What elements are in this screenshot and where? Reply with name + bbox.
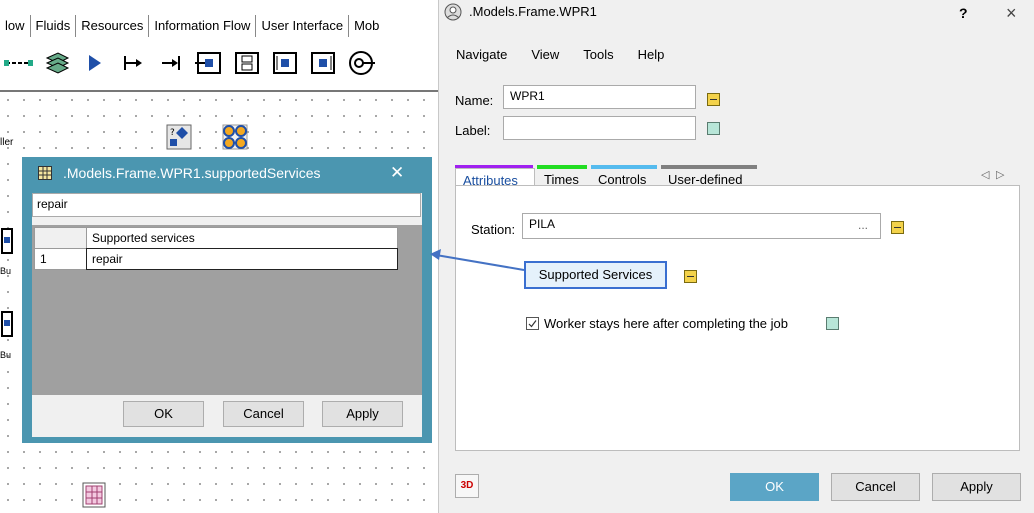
stack-icon[interactable]: [42, 48, 72, 78]
apply-button[interactable]: Apply: [932, 473, 1021, 501]
popup-button-bar: OK Cancel Apply: [32, 395, 422, 435]
step-in-icon[interactable]: [118, 48, 148, 78]
name-label: Name:: [455, 93, 494, 108]
label-label: Label:: [455, 123, 491, 138]
parallel-station-icon[interactable]: [232, 48, 262, 78]
cancel-button[interactable]: Cancel: [831, 473, 920, 501]
grid-row-header[interactable]: 1: [34, 248, 87, 270]
toolbox-tab-information-flow[interactable]: Information Flow: [149, 15, 257, 37]
buffer-object-icon[interactable]: [0, 227, 14, 266]
app-icon: [443, 2, 463, 25]
ok-button[interactable]: OK: [123, 401, 204, 427]
inherit-icon[interactable]: [707, 93, 720, 106]
close-icon[interactable]: ✕: [390, 163, 404, 183]
menu-bar: Navigate View Tools Help: [456, 47, 664, 62]
toolbox-tab-resources[interactable]: Resources: [76, 15, 150, 37]
play-icon[interactable]: [80, 48, 110, 78]
toolbox-toolbar: [0, 44, 440, 82]
svg-text:?: ?: [170, 128, 175, 138]
tab-color-times: [537, 165, 587, 169]
menu-tools[interactable]: Tools: [583, 47, 613, 62]
object-label-buffer-2: Bu: [0, 350, 12, 360]
source-icon[interactable]: [346, 48, 376, 78]
supported-services-dialog: .Models.Frame.WPR1.supportedServices ✕ r…: [22, 157, 432, 443]
close-button[interactable]: ×: [1006, 3, 1017, 24]
tab-color-user-defined: [661, 165, 757, 169]
toolbox-tab-mobile[interactable]: Mob: [349, 15, 384, 37]
eventcontroller-icon[interactable]: [222, 124, 248, 153]
toolbox-tab-user-interface[interactable]: User Interface: [256, 15, 350, 37]
menu-view[interactable]: View: [531, 47, 559, 62]
inherit-icon[interactable]: [891, 221, 904, 234]
object-label-controller: ller: [0, 137, 14, 148]
grid-column-header[interactable]: Supported services: [86, 227, 398, 249]
station-icon[interactable]: [194, 48, 224, 78]
menu-navigate[interactable]: Navigate: [456, 47, 507, 62]
object-label-buffer-1: Bu: [0, 266, 12, 276]
dialog-title: .Models.Frame.WPR1: [469, 4, 597, 19]
table-icon: [38, 166, 52, 183]
popup-title: .Models.Frame.WPR1.supportedServices: [63, 165, 321, 181]
toolbox-tab-flow[interactable]: low: [0, 15, 31, 37]
toolbox-tabs: low Fluids Resources Information Flow Us…: [0, 15, 440, 37]
workerpool-dialog: .Models.Frame.WPR1 ? × Navigate View Too…: [438, 0, 1034, 513]
label-field[interactable]: [503, 116, 696, 140]
attributes-panel: Station: PILA ... Supported Services Wor…: [455, 185, 1020, 451]
tab-color-controls: [591, 165, 657, 169]
step-to-icon[interactable]: [156, 48, 186, 78]
station-label: Station:: [471, 222, 516, 237]
station-field[interactable]: PILA ...: [522, 213, 881, 239]
apply-button[interactable]: Apply: [322, 401, 403, 427]
menu-help[interactable]: Help: [638, 47, 665, 62]
station-browse-button[interactable]: ...: [858, 218, 868, 232]
assembly-station-icon[interactable]: [270, 48, 300, 78]
dismantle-station-icon[interactable]: [308, 48, 338, 78]
help-button[interactable]: ?: [959, 5, 968, 21]
table-file-icon[interactable]: [82, 482, 106, 511]
inherit-icon[interactable]: [826, 317, 839, 330]
buffer-object-icon[interactable]: [0, 310, 14, 349]
grid-cell[interactable]: repair: [86, 248, 398, 270]
popup-body: repair Supported services 1 repair OK Ca…: [32, 193, 422, 437]
supported-services-button[interactable]: Supported Services: [524, 261, 667, 289]
cell-edit-input[interactable]: repair: [32, 193, 421, 217]
ok-button[interactable]: OK: [730, 473, 819, 501]
tab-scroll-left-icon[interactable]: ◁: [981, 168, 989, 181]
cancel-button[interactable]: Cancel: [223, 401, 304, 427]
3d-button[interactable]: 3D: [455, 474, 479, 498]
grid-corner-header[interactable]: [34, 227, 87, 249]
popup-titlebar[interactable]: .Models.Frame.WPR1.supportedServices ✕: [22, 157, 432, 190]
method-object-icon[interactable]: ?: [166, 124, 192, 153]
worker-stays-checkbox[interactable]: [526, 317, 539, 330]
toolbox-tab-fluids[interactable]: Fluids: [31, 15, 77, 37]
station-value: PILA: [529, 217, 556, 231]
inherit-icon[interactable]: [684, 270, 697, 283]
worker-stays-label: Worker stays here after completing the j…: [544, 316, 788, 331]
inherit-icon[interactable]: [707, 122, 720, 135]
connector-icon[interactable]: [4, 48, 34, 78]
name-field[interactable]: WPR1: [503, 85, 696, 109]
tab-scroll-right-icon[interactable]: ▷: [996, 168, 1004, 181]
